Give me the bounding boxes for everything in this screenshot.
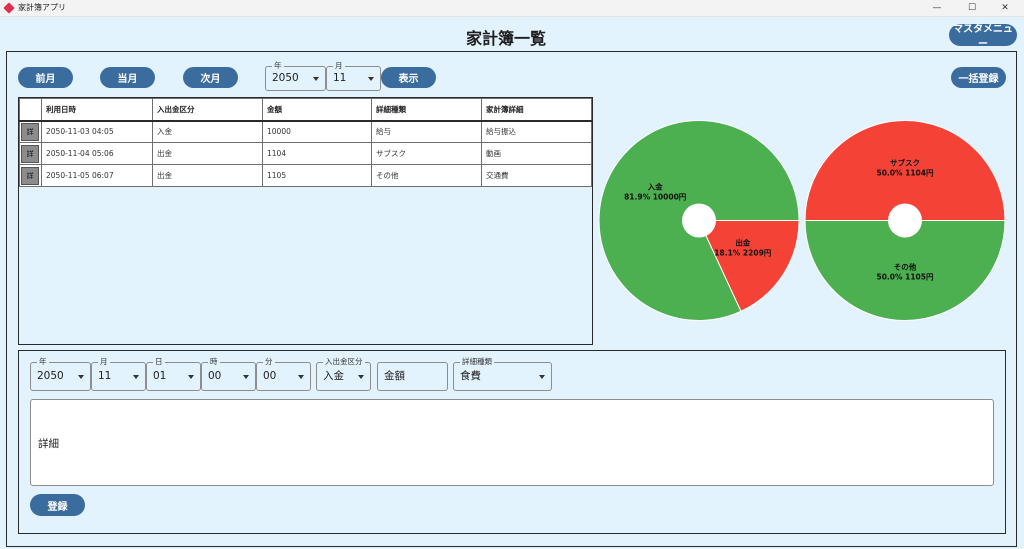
column-header-detail xyxy=(19,98,42,122)
slice-value-label-1: 18.1% 2209円 xyxy=(714,249,772,258)
detail-button[interactable]: 詳 xyxy=(21,122,39,141)
next-month-button[interactable]: 次月 xyxy=(183,67,238,88)
show-button[interactable]: 表示 xyxy=(381,67,436,88)
ledger-table: 利用日時 入出金区分 金額 詳細種類 家計簿詳細 詳 2050-11-03 04… xyxy=(19,98,592,187)
slice-label-1: その他 xyxy=(894,262,917,272)
form-day-value: 01 xyxy=(153,370,167,382)
cell-memo: 動画 xyxy=(481,142,592,165)
chevron-down-icon xyxy=(188,375,194,379)
column-header-memo[interactable]: 家計簿詳細 xyxy=(481,98,592,122)
detail-cell: 詳 xyxy=(19,142,42,165)
chevron-down-icon xyxy=(78,375,84,379)
income-expense-pie-chart: 入金81.9% 10000円出金18.1% 2209円 xyxy=(598,120,800,321)
chevron-down-icon xyxy=(358,375,364,379)
form-category-select[interactable]: 詳細種類 食費 xyxy=(453,356,552,391)
donut-hole xyxy=(682,203,716,238)
close-button[interactable]: ✕ xyxy=(990,0,1020,17)
bulk-register-button[interactable]: 一括登録 xyxy=(951,67,1006,88)
detail-placeholder: 詳細 xyxy=(38,438,59,450)
cell-amount: 1104 xyxy=(262,142,372,165)
cell-memo: 交通費 xyxy=(481,164,592,187)
form-kind-value: 入金 xyxy=(323,370,344,382)
form-month-select[interactable]: 月 11 xyxy=(91,356,146,391)
filter-month-value: 11 xyxy=(333,72,347,84)
column-header-datetime[interactable]: 利用日時 xyxy=(41,98,153,122)
maximize-button[interactable]: ☐ xyxy=(957,0,987,17)
chevron-down-icon xyxy=(368,77,374,81)
form-minute-select[interactable]: 分 00 xyxy=(256,356,311,391)
slice-label-0: サブスク xyxy=(890,158,920,168)
table-row[interactable]: 詳 2050-11-04 05:06 出金 1104 サブスク 動画 xyxy=(19,142,592,165)
filter-month-select[interactable]: 月 11 xyxy=(326,60,381,91)
app-title: 家計簿アプリ xyxy=(18,3,66,12)
form-day-select[interactable]: 日 01 xyxy=(146,356,201,391)
form-minute-value: 00 xyxy=(263,370,277,382)
cell-amount: 1105 xyxy=(262,164,372,187)
filter-year-value: 2050 xyxy=(272,72,299,84)
chevron-down-icon xyxy=(298,375,304,379)
register-button[interactable]: 登録 xyxy=(30,494,85,516)
filter-year-select[interactable]: 年 2050 xyxy=(265,60,326,91)
detail-button[interactable]: 詳 xyxy=(21,166,39,185)
cell-category: サブスク xyxy=(371,142,482,165)
cell-memo: 給与振込 xyxy=(481,120,592,143)
cell-datetime: 2050-11-04 05:06 xyxy=(41,142,153,165)
form-month-value: 11 xyxy=(98,370,112,382)
form-hour-value: 00 xyxy=(208,370,222,382)
cell-kind: 入金 xyxy=(152,120,263,143)
chevron-down-icon xyxy=(313,77,319,81)
cell-category: その他 xyxy=(371,164,482,187)
cell-category: 給与 xyxy=(371,120,482,143)
slice-value-label-0: 81.9% 10000円 xyxy=(624,192,687,201)
detail-button[interactable]: 詳 xyxy=(21,144,39,163)
cell-datetime: 2050-11-03 04:05 xyxy=(41,120,153,143)
chevron-down-icon xyxy=(243,375,249,379)
app-window: 家計簿一覧 マスタメニュー 前月 当月 次月 年 2050 月 11 表示 一括… xyxy=(0,17,1024,549)
ledger-table-panel: 利用日時 入出金区分 金額 詳細種類 家計簿詳細 詳 2050-11-03 04… xyxy=(18,97,593,345)
table-header-row: 利用日時 入出金区分 金額 詳細種類 家計簿詳細 xyxy=(19,98,592,122)
category-pie-chart: サブスク50.0% 1104円その他50.0% 1105円 xyxy=(804,120,1006,321)
chevron-down-icon xyxy=(133,375,139,379)
cell-kind: 出金 xyxy=(152,142,263,165)
slice-value-label-0: 50.0% 1104円 xyxy=(876,169,934,178)
form-category-value: 食費 xyxy=(460,370,481,382)
form-hour-select[interactable]: 時 00 xyxy=(201,356,256,391)
table-row[interactable]: 詳 2050-11-03 04:05 入金 10000 給与 給与振込 xyxy=(19,120,592,143)
cell-datetime: 2050-11-05 06:07 xyxy=(41,164,153,187)
current-month-button[interactable]: 当月 xyxy=(100,67,155,88)
detail-cell: 詳 xyxy=(19,120,42,143)
column-header-category[interactable]: 詳細種類 xyxy=(371,98,482,122)
column-header-amount[interactable]: 金額 xyxy=(262,98,372,122)
title-bar: 家計簿アプリ — ☐ ✕ xyxy=(0,0,1024,17)
cell-kind: 出金 xyxy=(152,164,263,187)
form-year-value: 2050 xyxy=(37,370,64,382)
donut-hole xyxy=(888,203,922,238)
app-icon xyxy=(3,2,15,14)
column-header-kind[interactable]: 入出金区分 xyxy=(152,98,263,122)
chevron-down-icon xyxy=(539,375,545,379)
amount-input[interactable]: 金額 xyxy=(377,362,448,391)
master-menu-button[interactable]: マスタメニュー xyxy=(949,24,1017,50)
minimize-button[interactable]: — xyxy=(922,0,952,17)
table-row[interactable]: 詳 2050-11-05 06:07 出金 1105 その他 交通費 xyxy=(19,164,592,187)
detail-textarea[interactable]: 詳細 xyxy=(30,399,994,486)
form-year-select[interactable]: 年 2050 xyxy=(30,356,91,391)
slice-label-1: 出金 xyxy=(735,238,750,248)
page-title: 家計簿一覧 xyxy=(465,29,546,48)
detail-cell: 詳 xyxy=(19,164,42,187)
slice-value-label-1: 50.0% 1105円 xyxy=(876,273,934,282)
cell-amount: 10000 xyxy=(262,120,372,143)
prev-month-button[interactable]: 前月 xyxy=(18,67,73,88)
form-kind-select[interactable]: 入出金区分 入金 xyxy=(316,356,371,391)
slice-label-0: 入金 xyxy=(647,181,663,191)
